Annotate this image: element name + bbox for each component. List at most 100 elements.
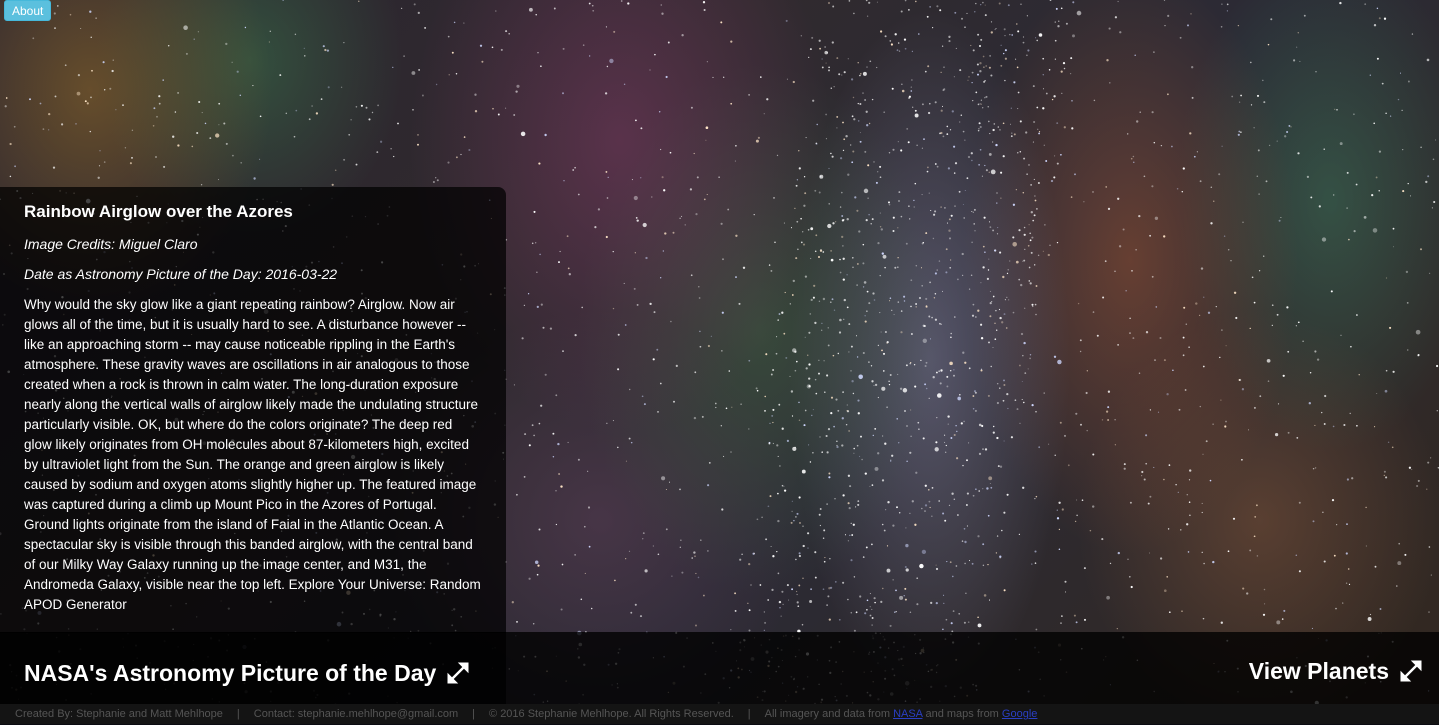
star	[368, 118, 371, 121]
nasa-link[interactable]: NASA	[893, 708, 922, 720]
star	[856, 209, 859, 212]
star	[723, 76, 725, 78]
google-link[interactable]: Google	[1002, 708, 1037, 720]
star	[778, 313, 781, 315]
star	[781, 311, 784, 314]
star	[675, 364, 678, 368]
star	[1004, 35, 1006, 37]
star	[896, 49, 899, 52]
star	[447, 35, 450, 38]
star	[701, 415, 704, 418]
star	[944, 519, 947, 522]
star	[1071, 127, 1074, 130]
star	[789, 303, 791, 305]
star	[670, 320, 672, 323]
star	[767, 505, 770, 508]
star	[560, 608, 563, 611]
star	[1072, 1, 1075, 4]
star	[1043, 144, 1045, 146]
apod-link[interactable]: NASA's Astronomy Picture of the Day	[24, 658, 470, 688]
star	[1107, 390, 1111, 393]
star	[1253, 301, 1256, 304]
star	[982, 107, 984, 109]
star	[809, 599, 813, 604]
star	[1330, 290, 1333, 293]
star	[980, 38, 983, 41]
star	[279, 74, 282, 77]
star	[987, 269, 990, 271]
star	[984, 4, 986, 6]
star	[896, 506, 898, 509]
star	[795, 257, 798, 260]
star	[707, 344, 711, 348]
star	[984, 164, 986, 167]
star	[963, 527, 966, 530]
star	[1007, 269, 1009, 271]
star	[643, 403, 646, 406]
star	[979, 45, 981, 47]
star	[881, 386, 886, 391]
star	[769, 495, 772, 498]
star	[784, 291, 786, 294]
star	[109, 87, 112, 90]
star	[901, 89, 905, 93]
star	[814, 321, 817, 325]
star	[866, 290, 869, 293]
star	[803, 424, 806, 427]
star	[1083, 201, 1085, 203]
star	[865, 110, 868, 113]
star	[851, 534, 854, 536]
star	[1011, 132, 1013, 134]
star	[877, 452, 880, 455]
star	[1284, 135, 1287, 138]
star	[873, 597, 876, 600]
star	[958, 190, 961, 193]
view-planets-link[interactable]: View Planets	[1249, 656, 1423, 686]
star	[698, 286, 700, 288]
star	[535, 14, 537, 16]
star	[1271, 324, 1273, 327]
star	[1019, 151, 1022, 153]
star	[827, 595, 830, 598]
footer-copyright: © 2016 Stephanie Mehlhope. All Rights Re…	[489, 708, 734, 720]
star	[971, 71, 974, 74]
star	[868, 122, 871, 125]
star	[934, 210, 937, 213]
star	[76, 91, 81, 96]
star	[1054, 58, 1057, 60]
star	[39, 102, 42, 105]
star	[1385, 112, 1387, 115]
star	[853, 447, 855, 450]
star	[1237, 24, 1240, 27]
star	[1093, 99, 1096, 102]
star	[900, 310, 903, 312]
star	[1227, 249, 1230, 251]
star	[803, 204, 806, 207]
star	[999, 387, 1001, 389]
star	[1027, 49, 1030, 52]
star	[1167, 14, 1170, 17]
star	[827, 1, 831, 5]
star	[1203, 296, 1205, 298]
star	[1428, 272, 1431, 274]
star	[891, 87, 894, 90]
star	[990, 486, 993, 489]
star	[102, 61, 105, 64]
star	[1141, 475, 1143, 477]
star	[904, 587, 907, 590]
star	[764, 621, 767, 624]
star	[936, 165, 939, 168]
star	[1295, 554, 1298, 556]
star	[1346, 523, 1348, 525]
star	[1004, 299, 1006, 301]
about-button[interactable]: About	[4, 0, 52, 21]
star	[883, 529, 886, 532]
star	[1038, 132, 1041, 135]
star	[511, 601, 514, 604]
star	[1057, 25, 1060, 28]
star	[617, 368, 620, 371]
star	[417, 143, 419, 146]
star	[1151, 111, 1154, 114]
star	[1032, 141, 1034, 143]
star	[1196, 151, 1198, 153]
